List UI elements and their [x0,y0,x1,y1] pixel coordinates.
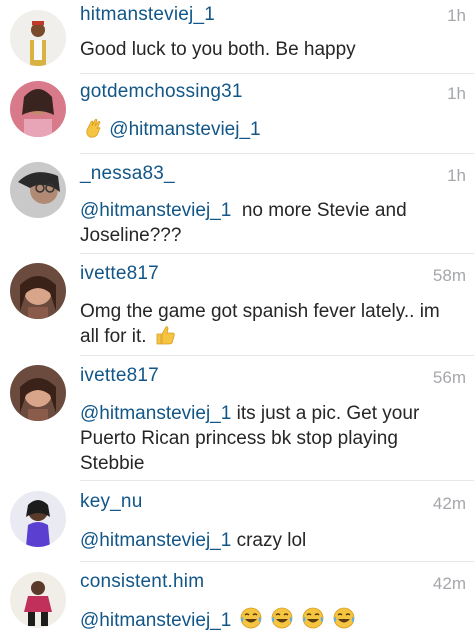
comment-username[interactable]: ivette817 [80,263,159,285]
comment-timestamp: 1h [447,84,466,103]
comment-timestamp: 56m [432,368,466,387]
tears-of-joy-icon [301,606,325,637]
comment-item: ivette817 58m Omg the game got spanish f… [0,254,474,356]
avatar[interactable] [10,81,66,137]
comment-text: @hitmansteviej_1 crazy lol [80,528,465,553]
avatar[interactable] [10,572,66,628]
comment-mention[interactable]: @hitmansteviej_1 [80,610,231,631]
tears-of-joy-icon [332,606,356,637]
tears-of-joy-icon [239,606,263,637]
comment-item: key_nu 42m @hitmansteviej_1 crazy lol [0,481,474,561]
thumbs-up-icon [154,324,176,353]
comment-text: Good luck to you both. Be happy [80,39,356,60]
comment-item: _nessa83_ 1h @hitmansteviej_1 no more St… [0,154,474,254]
comment-text: @hitmansteviej_1 [80,606,465,637]
avatar[interactable] [10,491,66,547]
comment-text: Omg the game got spanish fever lately.. … [80,299,440,353]
comment-username[interactable]: gotdemchossing31 [80,81,243,103]
comment-mention[interactable]: @hitmansteviej_1 [80,530,231,551]
avatar[interactable] [10,263,66,319]
comment-username[interactable]: hitmansteviej_1 [80,4,215,26]
comment-mention[interactable]: @hitmansteviej_1 [80,403,231,424]
avatar[interactable] [10,162,66,218]
avatar[interactable] [10,10,66,66]
comment-mention[interactable]: @hitmansteviej_1 [109,119,260,140]
comment-username[interactable]: consistent.him [80,571,204,593]
comment-item: consistent.him 42m @hitmansteviej_1 [0,562,474,642]
comment-mention[interactable]: @hitmansteviej_1 [80,200,231,221]
comment-body: crazy lol [231,530,307,551]
comment-username[interactable]: key_nu [80,491,142,513]
comment-text: @hitmansteviej_1 no more Stevie and Jose… [80,198,465,248]
comment-username[interactable]: _nessa83_ [80,163,175,185]
comment-text: @hitmansteviej_1 its just a pic. Get you… [80,401,465,476]
comment-timestamp: 42m [432,574,466,593]
comment-timestamp: 1h [447,166,466,185]
tears-of-joy-icon [270,606,294,637]
comment-timestamp: 42m [432,494,466,513]
comment-body: Omg the game got spanish fever lately.. … [80,301,440,347]
waving-hand-icon [82,117,104,146]
comment-timestamp: 1h [447,6,466,25]
comment-timestamp: 58m [432,266,466,285]
comment-item: hitmansteviej_1 1h Good luck to you both… [0,0,474,72]
comment-item: ivette817 56m @hitmansteviej_1 its just … [0,356,474,481]
comment-text: @hitmansteviej_1 [80,117,465,146]
comment-item: gotdemchossing31 1h @hitmansteviej_1 [0,74,474,154]
avatar[interactable] [10,365,66,421]
comment-username[interactable]: ivette817 [80,365,159,387]
